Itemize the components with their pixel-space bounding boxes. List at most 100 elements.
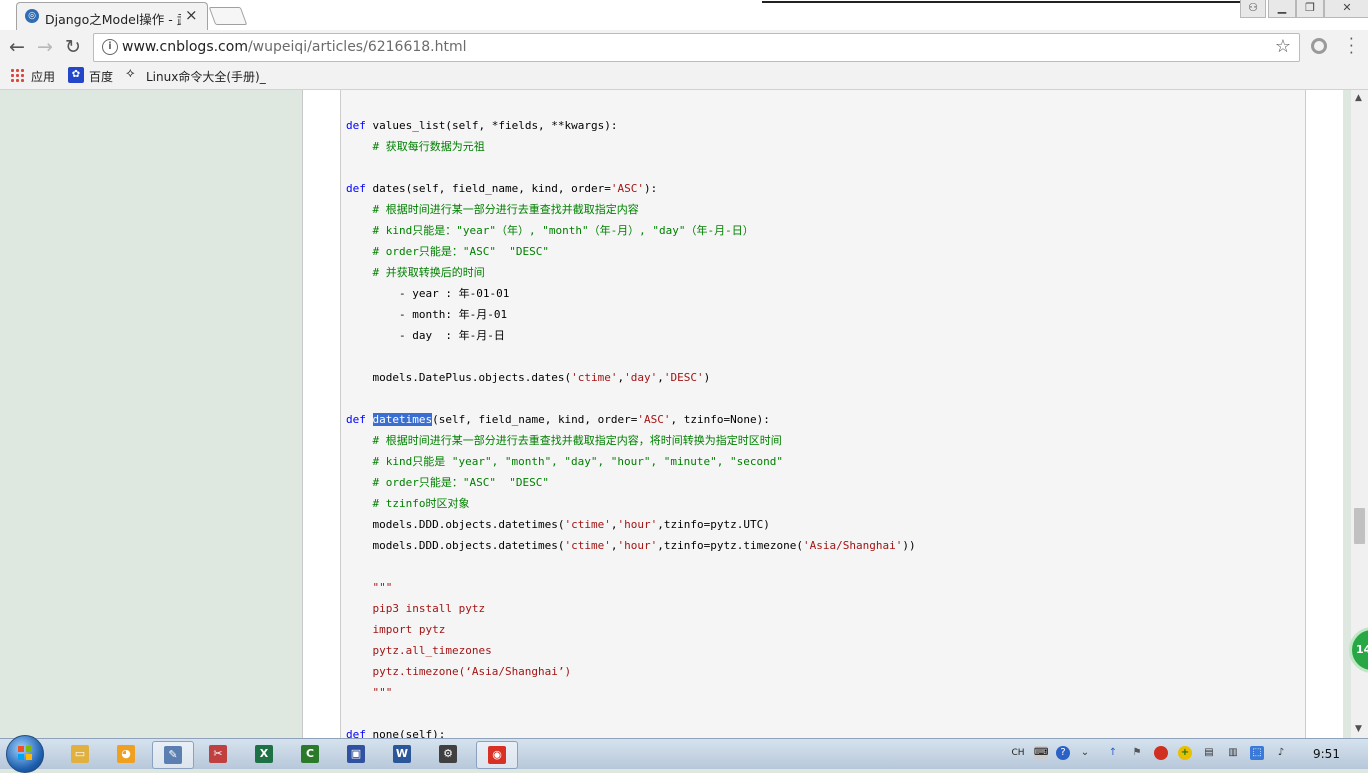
code-token: def	[346, 728, 366, 738]
tab-close-icon[interactable]: ×	[185, 6, 198, 24]
scroll-down-arrow-icon[interactable]: ▼	[1355, 724, 1362, 734]
tab-strip: ◎ Django之Model操作 - 武 × ⚇ ▁ ❐ ✕	[0, 0, 1368, 31]
info-icon[interactable]: i	[102, 39, 118, 55]
taskbar-clock[interactable]: 9:51	[1313, 747, 1340, 761]
code-line: def none(self):	[346, 724, 916, 738]
volume-icon[interactable]: ♪	[1274, 746, 1288, 760]
back-arrow-icon[interactable]: ←	[9, 36, 25, 58]
code-token: def	[346, 182, 366, 195]
code-token: 'ASC'	[610, 182, 645, 195]
code-line: models.DDD.objects.datetimes('ctime','ho…	[346, 514, 916, 535]
code-token: dates(self, field_name, kind, order=	[365, 182, 611, 195]
code-line: def datetimes(self, field_name, kind, or…	[346, 409, 916, 430]
code-token: pytz.all_timezones	[346, 644, 492, 657]
bookmark-star-icon[interactable]: ☆	[1275, 36, 1291, 57]
code-line: def dates(self, field_name, kind, order=…	[346, 178, 916, 199]
close-window-button[interactable]: ✕	[1324, 0, 1368, 18]
code-listing[interactable]: def values_list(self, *fields, **kwargs)…	[346, 115, 916, 738]
tray-arrow-icon[interactable]: ⌄	[1078, 746, 1092, 760]
scrollbar-thumb[interactable]	[1354, 508, 1365, 544]
taskbar-app-button[interactable]: ◕	[106, 741, 146, 767]
taskbar-app-button[interactable]: X	[244, 741, 284, 767]
taskbar-app-button[interactable]: W	[382, 741, 422, 767]
code-token: # order只能是："ASC" "DESC"	[346, 476, 549, 489]
code-token: models.DDD.objects.datetimes(	[346, 518, 565, 531]
code-token: # 根据时间进行某一部分进行去重查找并截取指定内容，将时间转换为指定时区时间	[346, 434, 782, 447]
code-token: 'Asia/Shanghai'	[802, 539, 903, 552]
security-icon[interactable]	[1154, 746, 1168, 760]
taskbar-app-button[interactable]: ▭	[60, 741, 100, 767]
code-line: models.DDD.objects.datetimes('ctime','ho…	[346, 535, 915, 556]
baidu-paw-icon[interactable]: ✿	[68, 67, 84, 83]
minimize-button[interactable]: ▁	[1268, 0, 1296, 18]
code-token: ,tzinfo=pytz.timezone(	[657, 539, 803, 552]
taskbar-app-button[interactable]: ⚙	[428, 741, 468, 767]
taskbar-app-button[interactable]: ✂	[198, 741, 238, 767]
save-app-icon: ▣	[347, 745, 365, 763]
taskbar-app-button[interactable]: C	[290, 741, 330, 767]
browser-tab[interactable]: ◎ Django之Model操作 - 武 ×	[16, 2, 208, 31]
input-language[interactable]: CH	[1011, 746, 1025, 760]
chrome-icon: ◉	[488, 746, 506, 764]
code-token: # kind只能是 "year", "month", "day", "hour"…	[346, 455, 783, 468]
code-token: def	[346, 119, 366, 132]
camtasia-icon: C	[301, 745, 319, 763]
address-bar[interactable]: i www.cnblogs.com/wupeiqi/articles/62166…	[93, 33, 1300, 62]
linux-bookmark-icon[interactable]: ⟡	[126, 66, 135, 81]
code-token: # tzinfo时区对象	[346, 497, 470, 510]
code-token: models.DDD.objects.datetimes(	[346, 539, 565, 552]
windows-logo-icon	[18, 746, 32, 760]
code-token: ,	[610, 539, 618, 552]
explorer-icon: ▭	[71, 745, 89, 763]
code-line: def values_list(self, *fields, **kwargs)…	[346, 115, 916, 136]
reload-icon[interactable]: ↻	[65, 36, 81, 58]
url-path: /wupeiqi/articles/6216618.html	[247, 39, 467, 55]
code-token: 'day'	[624, 371, 658, 384]
forward-arrow-icon[interactable]: →	[37, 36, 53, 58]
scroll-up-arrow-icon[interactable]: ▲	[1355, 93, 1362, 103]
apps-icon[interactable]	[10, 68, 24, 82]
code-token: pytz.timezone(‘Asia/Shanghai’)	[346, 665, 572, 678]
upload-icon[interactable]: ↑	[1106, 746, 1120, 760]
new-tab-button[interactable]	[208, 7, 248, 25]
bookmark-baidu[interactable]: 百度	[89, 68, 113, 85]
code-token: 'hour'	[617, 518, 658, 531]
code-line: pytz.all_timezones	[346, 640, 916, 661]
code-line: # 根据时间进行某一部分进行去重查找并截取指定内容，将时间转换为指定时区时间	[346, 430, 916, 451]
code-line: import pytz	[346, 619, 916, 640]
tool-icon: ✂	[209, 745, 227, 763]
help-icon[interactable]: ?	[1056, 746, 1070, 760]
keyboard-icon[interactable]: ⌨	[1034, 746, 1048, 760]
code-token: def	[346, 413, 366, 426]
extension-icon[interactable]	[1311, 38, 1327, 54]
bookmark-linux[interactable]: Linux命令大全(手册)_	[146, 68, 266, 85]
code-line: """	[346, 577, 916, 598]
taskbar-app-button[interactable]: ▣	[336, 741, 376, 767]
code-token: ):	[644, 182, 658, 195]
network-icon[interactable]: ▥	[1226, 746, 1240, 760]
code-token: 'ctime'	[571, 371, 618, 384]
tray-app-icon[interactable]: ⬚	[1250, 746, 1264, 760]
taskbar-app-button[interactable]: ◉	[476, 741, 518, 769]
code-line: pip3 install pytz	[346, 598, 916, 619]
code-line: # order只能是："ASC" "DESC"	[346, 241, 916, 262]
code-line: - month: 年-月-01	[346, 304, 916, 325]
bookmarks-bar: 应用 ✿ 百度 ⟡ Linux命令大全(手册)_	[0, 64, 1368, 90]
url-text[interactable]: www.cnblogs.com/wupeiqi/articles/6216618…	[122, 39, 467, 55]
code-line: # order只能是："ASC" "DESC"	[346, 472, 916, 493]
tray-tool-icon[interactable]: ⚑	[1130, 746, 1144, 760]
code-token: values_list(self, *fields, **kwargs):	[365, 119, 618, 132]
display-icon[interactable]: ▤	[1202, 746, 1216, 760]
code-line: pytz.timezone(‘Asia/Shanghai’)	[346, 661, 916, 682]
start-button[interactable]	[6, 735, 44, 773]
bookmark-apps[interactable]: 应用	[31, 68, 55, 85]
code-token: , tzinfo=None):	[670, 413, 770, 426]
taskbar-app-button[interactable]: ✎	[152, 741, 194, 769]
user-profile-icon[interactable]: ⚇	[1240, 0, 1266, 18]
window-title-bar-edge	[762, 1, 1246, 3]
plus-app-icon[interactable]: +	[1178, 746, 1192, 760]
code-token: (self, field_name, kind, order=	[432, 413, 638, 426]
chrome-menu-icon[interactable]: · · ·	[1349, 32, 1354, 61]
restore-button[interactable]: ❐	[1296, 0, 1324, 18]
